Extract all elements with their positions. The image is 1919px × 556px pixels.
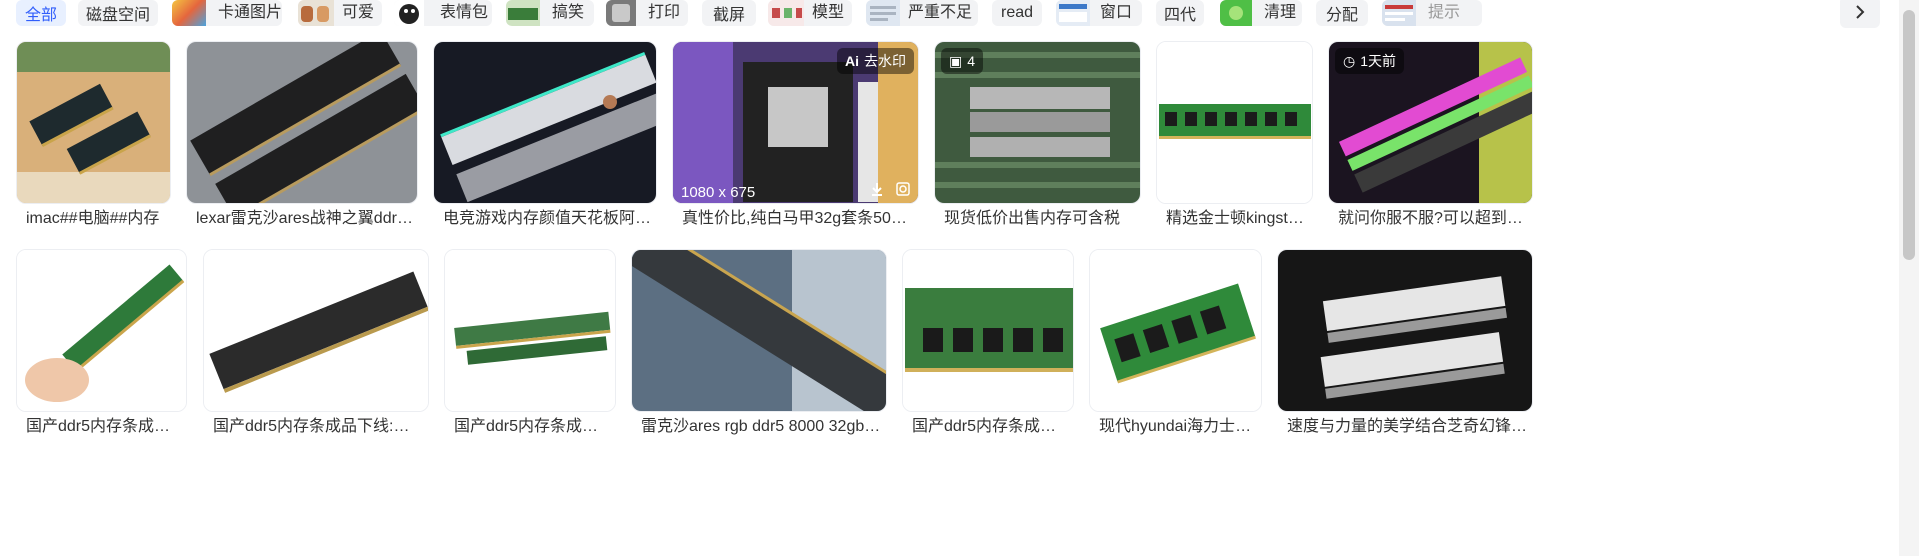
chevron-right-icon (1856, 5, 1865, 19)
chip-allocate[interactable]: 分配 (1316, 0, 1368, 26)
scroll-chips-next-button[interactable] (1840, 0, 1880, 28)
chip-model[interactable]: 模型 (768, 0, 852, 26)
filter-chip-bar: 全部 磁盘空间 卡通图片 可爱 表情包 搞笑 打印 截屏 模型 严重不足 rea… (0, 0, 1919, 28)
chip-thumbnail (866, 0, 900, 26)
chip-thumbnail (1056, 0, 1090, 26)
image-caption[interactable]: 国产ddr5内存条成品下线... (26, 417, 183, 437)
chip-label: 四代 (1163, 7, 1196, 24)
chip-thumbnail (506, 0, 540, 26)
result-image[interactable] (16, 249, 187, 412)
chip-label: 分配 (1325, 7, 1358, 24)
image-count-badge: ▣ 4 (941, 48, 984, 74)
scrollbar-thumb[interactable] (1903, 10, 1915, 260)
chip-label: 提示 (1428, 4, 1461, 21)
result-image[interactable] (1277, 249, 1533, 412)
chip-cute[interactable]: 可爱 (298, 0, 382, 26)
chip-label: 磁盘空间 (85, 7, 150, 24)
chip-label: 全部 (24, 7, 57, 24)
image-caption[interactable]: 速度与力量的美学结合芝奇幻锋戟ddr5... (1287, 417, 1529, 437)
result-image[interactable]: ▣ 4 (934, 41, 1141, 204)
chip-disk-space[interactable]: 磁盘空间 (78, 0, 158, 26)
chip-thumbnail (394, 0, 424, 26)
chip-severe-shortage[interactable]: 严重不足 (866, 0, 978, 26)
chip-thumbnail (768, 0, 804, 26)
result-image[interactable] (433, 41, 657, 204)
chip-label: 截屏 (712, 7, 745, 24)
chip-label: 模型 (812, 4, 845, 21)
chip-label: read (1000, 4, 1034, 21)
chip-thumbnail (606, 0, 636, 26)
time-badge: ◷ 1天前 (1335, 48, 1405, 74)
result-image[interactable] (1156, 41, 1313, 204)
chip-cartoon[interactable]: 卡通图片 (172, 0, 282, 26)
gallery-icon: ▣ (949, 53, 963, 69)
image-caption[interactable]: 电竞游戏内存颜值天花板阿斯加特... (443, 209, 653, 229)
download-icon[interactable] (869, 181, 885, 197)
chip-label: 窗口 (1100, 4, 1133, 21)
similar-image-search-icon[interactable] (895, 181, 911, 197)
ai-icon: Ai (845, 53, 859, 69)
chip-label: 清理 (1264, 4, 1297, 21)
result-image[interactable] (203, 249, 429, 412)
image-caption[interactable]: 国产ddr5内存条成品下线... (912, 417, 1070, 437)
result-image[interactable] (1089, 249, 1262, 412)
chip-thumbnail (1220, 0, 1252, 26)
chip-fourth-gen[interactable]: 四代 (1156, 0, 1204, 26)
chip-screenshot[interactable]: 截屏 (702, 0, 756, 26)
image-caption[interactable]: 国产ddr5内存条成品下线:接受高温... (213, 417, 425, 437)
chip-all[interactable]: 全部 (16, 0, 66, 26)
result-image[interactable]: ◷ 1天前 (1328, 41, 1533, 204)
result-image[interactable] (444, 249, 616, 412)
chip-read[interactable]: read (992, 0, 1042, 26)
chip-cleanup[interactable]: 清理 (1220, 0, 1302, 26)
result-image[interactable]: Ai 去水印 1080 x 675 (672, 41, 919, 204)
chip-label: 搞笑 (552, 4, 585, 21)
image-caption[interactable]: imac##电脑##内存 (26, 209, 171, 229)
chip-label: 表情包 (440, 4, 489, 21)
chip-thumbnail (172, 0, 206, 26)
chip-label: 严重不足 (908, 4, 973, 21)
result-image[interactable] (631, 249, 887, 412)
image-dimensions: 1080 x 675 (681, 184, 756, 201)
chip-meme[interactable]: 表情包 (394, 0, 492, 26)
image-caption[interactable]: 真性价比,纯白马甲32g套条500块到手... (682, 209, 915, 229)
chip-window[interactable]: 窗口 (1056, 0, 1142, 26)
image-caption[interactable]: 现代hyundai海力士16gb... (1099, 417, 1258, 437)
chip-label: 卡通图片 (218, 4, 283, 21)
image-caption[interactable]: lexar雷克沙ares战神之翼ddr5 rgb 32g... (196, 209, 414, 229)
chip-print[interactable]: 打印 (606, 0, 688, 26)
image-caption[interactable]: 就问你服不服?可以超到ddr5 8000... (1338, 209, 1529, 229)
image-caption[interactable]: 精选金士顿kingston8gb... (1166, 209, 1309, 229)
result-image[interactable] (16, 41, 171, 204)
result-image[interactable] (902, 249, 1074, 412)
chip-thumbnail (1382, 0, 1416, 26)
remove-watermark-badge[interactable]: Ai 去水印 (837, 48, 914, 74)
result-image[interactable] (186, 41, 418, 204)
image-count: 4 (967, 53, 976, 69)
chip-label: 打印 (648, 4, 681, 21)
image-caption[interactable]: 现货低价出售内存可含税 (944, 209, 1137, 229)
time-label: 1天前 (1360, 53, 1397, 69)
badge-label: 去水印 (864, 53, 906, 69)
vertical-scrollbar[interactable] (1899, 0, 1919, 556)
image-caption[interactable]: 国产ddr5内存条成品下线... (454, 417, 612, 437)
chip-thumbnail (298, 0, 334, 26)
chip-label: 可爱 (342, 4, 375, 21)
chip-funny[interactable]: 搞笑 (506, 0, 594, 26)
clock-icon: ◷ (1343, 53, 1356, 69)
chip-tips[interactable]: 提示 (1382, 0, 1482, 26)
image-caption[interactable]: 雷克沙ares rgb ddr5 8000 32gb套条内存... (641, 417, 883, 437)
